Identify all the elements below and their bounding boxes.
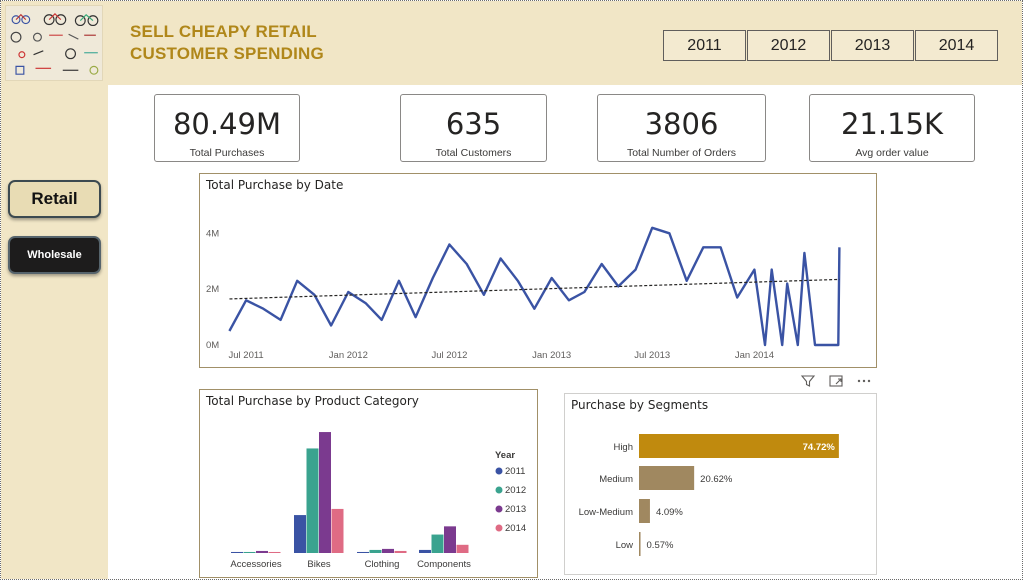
bar-bikes-2014 <box>331 508 344 553</box>
category-label: Clothing <box>365 559 400 570</box>
category-label: Components <box>417 559 471 570</box>
visual-header <box>800 373 872 389</box>
bar-bikes-2011 <box>294 515 306 553</box>
bar-components-2011 <box>419 549 431 553</box>
segment-bar-medium <box>639 466 695 490</box>
kpi-card-avg-order-value: 21.15K Avg order value <box>809 94 975 162</box>
bar-clothing-2013 <box>382 548 394 553</box>
year-button-2014[interactable]: 2014 <box>915 30 998 61</box>
legend-label-2013: 2013 <box>505 504 526 515</box>
category-label: Bikes <box>307 559 330 570</box>
x-tick-label: Jan 2013 <box>532 350 571 361</box>
page-title: SELL CHEAPY RETAIL CUSTOMER SPENDING <box>130 21 324 65</box>
bar-clothing-2011 <box>357 551 369 553</box>
kpi-value: 21.15K <box>840 107 944 141</box>
line-chart: 0M 2M 4M Jul 2011 Jan 2012 Jul 2012 Jan 2013 Ju… <box>206 226 841 361</box>
page-title-line2: CUSTOMER SPENDING <box>130 44 324 63</box>
kpi-card-total-customers: 635 Total Customers <box>400 94 547 162</box>
y-tick-label: 2M <box>206 284 219 295</box>
more-options-icon[interactable] <box>856 373 872 389</box>
segments-chart: High 74.72% Medium 20.62% Low-Medium 4.09% Low… <box>579 434 839 556</box>
segment-bar-low <box>639 532 641 556</box>
bar-accessories-2011 <box>231 551 243 553</box>
legend-marker-2012 <box>495 486 503 494</box>
segment-label: High <box>613 442 633 453</box>
bar-bikes-2012 <box>306 448 319 553</box>
bar-accessories-2013 <box>256 550 268 553</box>
kpi-label: Total Purchases <box>189 147 265 159</box>
segment-value-label: 74.72% <box>803 442 836 453</box>
kpi-label: Total Customers <box>435 147 512 159</box>
kpi-card-total-orders: 3806 Total Number of Orders <box>597 94 766 162</box>
kpi-value: 3806 <box>644 107 719 141</box>
bar-accessories-2012 <box>243 551 256 553</box>
kpi-card-total-purchases: 80.49M Total Purchases <box>154 94 300 162</box>
legend-label-2014: 2014 <box>505 523 526 534</box>
wholesale-button[interactable]: Wholesale <box>8 236 101 274</box>
kpi-value: 635 <box>445 107 502 141</box>
bar-components-2014 <box>456 544 469 553</box>
legend-label-2012: 2012 <box>505 485 526 496</box>
kpi-label: Total Number of Orders <box>626 147 737 159</box>
segment-bar-low-medium <box>639 499 650 523</box>
segments-chart-panel[interactable]: Purchase by Segments High 74.72% Medium 20.… <box>564 393 877 575</box>
category-chart: Accessories Bikes Clothing Components Year 20… <box>230 432 526 570</box>
sidebar <box>1 85 108 579</box>
legend-marker-2014 <box>495 524 503 532</box>
bike-parts-logo-image <box>10 12 99 75</box>
x-tick-label: Jul 2013 <box>634 350 670 361</box>
bike-parts-logo <box>5 5 103 81</box>
bar-accessories-2014 <box>268 551 281 553</box>
segment-label: Medium <box>599 474 633 485</box>
line-chart-panel[interactable]: Total Purchase by Date 0M 2M 4M Jul 2011 Jan… <box>199 173 877 368</box>
year-button-2011[interactable]: 2011 <box>663 30 746 61</box>
bar-components-2012 <box>431 534 444 553</box>
year-button-2013[interactable]: 2013 <box>831 30 914 61</box>
filter-icon[interactable] <box>800 373 816 389</box>
x-tick-label: Jul 2011 <box>229 350 264 361</box>
bar-components-2013 <box>444 526 456 553</box>
bar-clothing-2012 <box>369 549 382 553</box>
segment-value-label: 0.57% <box>647 540 674 551</box>
legend-label-2011: 2011 <box>505 466 525 477</box>
kpi-value: 80.49M <box>172 107 282 141</box>
page-title-line1: SELL CHEAPY RETAIL <box>130 22 317 41</box>
legend-marker-2013 <box>495 505 503 513</box>
bar-bikes-2013 <box>319 432 331 553</box>
segment-label: Low-Medium <box>579 507 633 518</box>
year-button-2012[interactable]: 2012 <box>747 30 830 61</box>
year-slicer: 2011 2012 2013 2014 <box>663 30 998 61</box>
x-tick-label: Jan 2014 <box>735 350 774 361</box>
bar-clothing-2014 <box>394 550 407 553</box>
kpi-label: Avg order value <box>855 147 929 159</box>
x-tick-label: Jul 2012 <box>431 350 467 361</box>
x-tick-label: Jan 2012 <box>329 350 368 361</box>
focus-mode-icon[interactable] <box>828 373 844 389</box>
y-tick-label: 0M <box>206 340 219 351</box>
category-chart-panel[interactable]: Total Purchase by Product Category Acces… <box>199 389 538 578</box>
retail-button[interactable]: Retail <box>8 180 101 218</box>
segment-value-label: 20.62% <box>700 474 733 485</box>
segment-label: Low <box>616 540 634 551</box>
purchase-line <box>228 226 841 347</box>
segment-value-label: 4.09% <box>656 507 683 518</box>
category-label: Accessories <box>230 559 281 570</box>
legend-title: Year <box>495 450 515 461</box>
legend-marker-2011 <box>495 467 503 475</box>
y-tick-label: 4M <box>206 228 219 239</box>
